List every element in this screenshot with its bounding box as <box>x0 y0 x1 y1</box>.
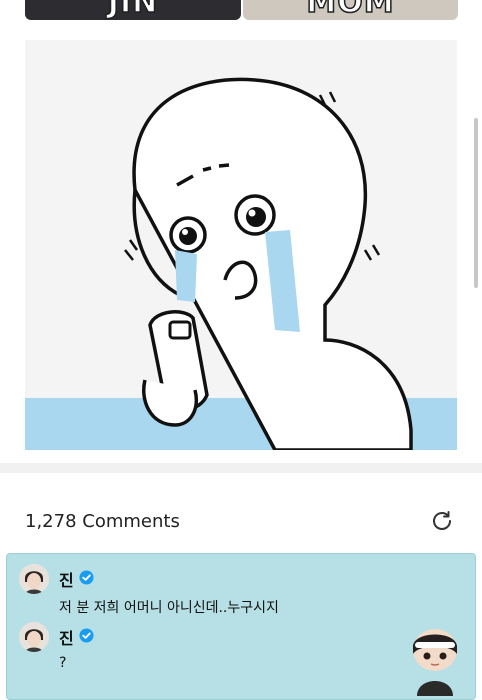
verified-badge-icon <box>79 569 94 589</box>
chibi-sticker-icon <box>407 624 463 696</box>
comment-text: ? <box>59 655 67 671</box>
section-divider <box>0 463 482 473</box>
comment-author[interactable]: 진 <box>59 567 74 591</box>
scrollbar-thumb[interactable] <box>474 118 478 288</box>
avatar[interactable] <box>19 564 49 594</box>
comment-author[interactable]: 진 <box>59 625 74 649</box>
top-image-strip: JIN MOM <box>0 0 482 22</box>
top-image-left[interactable]: JIN <box>25 0 241 20</box>
meme-image[interactable] <box>25 40 457 450</box>
verified-badge-icon <box>79 627 94 647</box>
refresh-icon[interactable] <box>427 506 457 536</box>
top-image-right-label: MOM <box>306 0 395 20</box>
top-image-right[interactable]: MOM <box>243 0 458 20</box>
avatar[interactable] <box>19 622 49 652</box>
crying-character-illustration <box>25 40 457 450</box>
comments-header: 1,278 Comments <box>25 505 457 537</box>
comment-text: 저 분 저희 어머니 아니신데..누구시지 <box>59 600 279 616</box>
comments-count: 1,278 Comments <box>25 510 180 532</box>
top-image-left-label: JIN <box>107 0 159 20</box>
highlighted-comment-thread: 진 저 분 저희 어머니 아니신데..누구시지 진 ? <box>6 553 476 700</box>
